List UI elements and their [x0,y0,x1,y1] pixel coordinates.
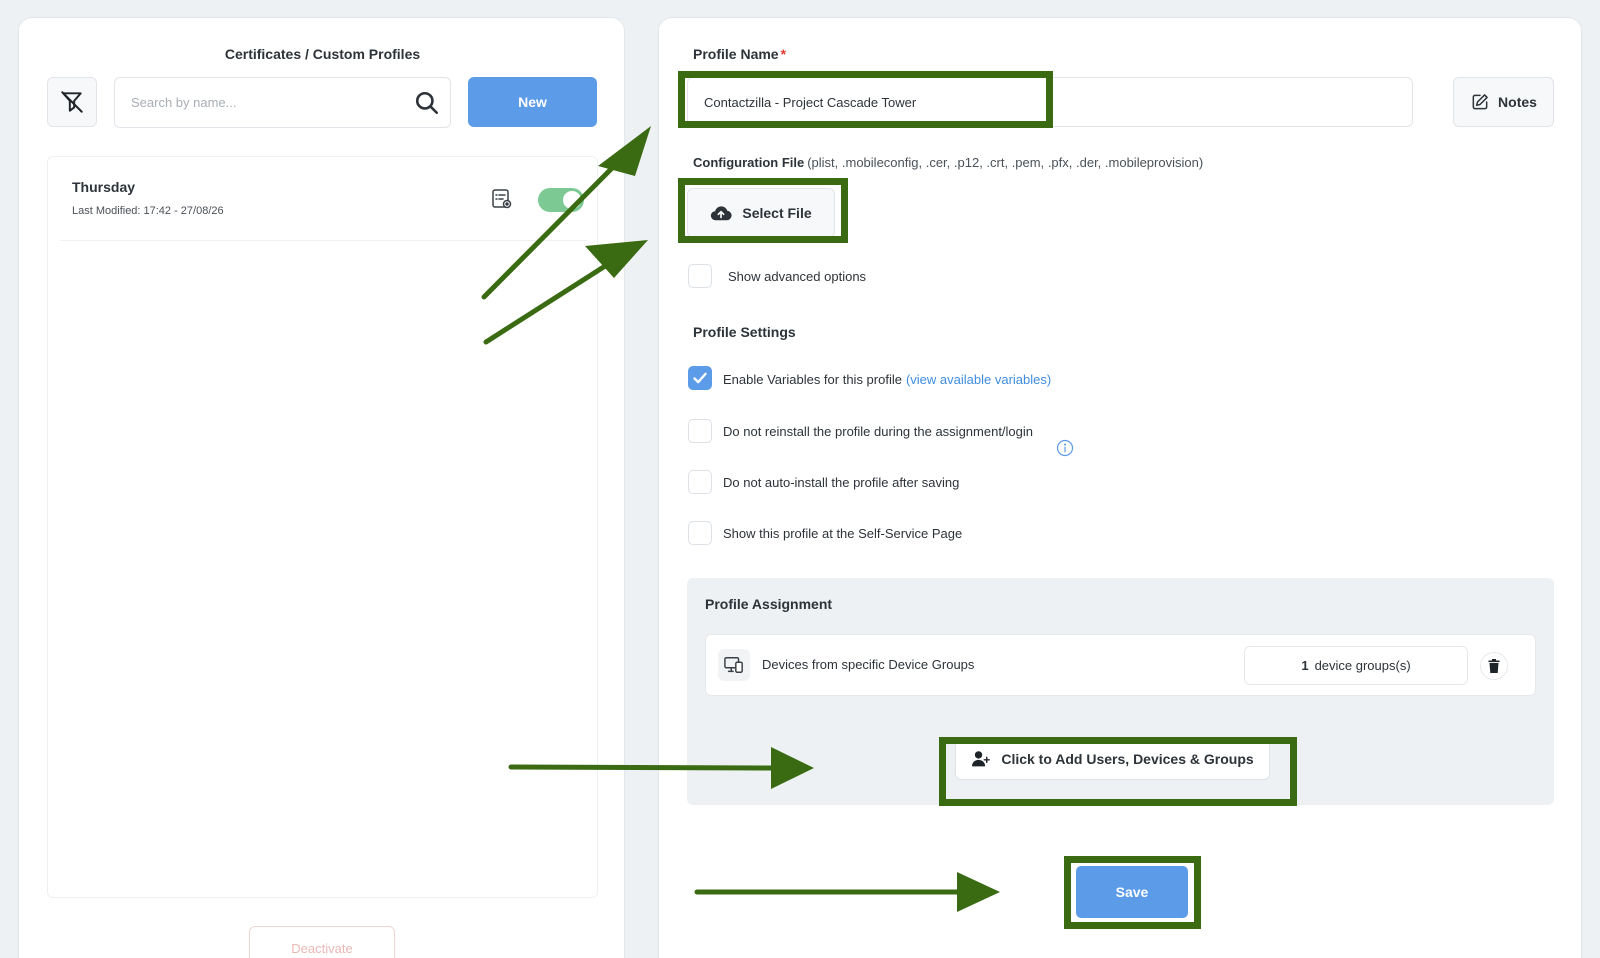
group-count-number: 1 [1301,658,1309,673]
required-mark: * [780,46,787,62]
new-profile-button[interactable]: New [468,77,597,127]
advanced-options-label: Show advanced options [728,269,867,284]
cloud-upload-icon [711,206,732,221]
panel-title: Certificates / Custom Profiles [224,46,421,62]
modified-label: Last Modified: [72,205,141,217]
profile-name-input[interactable] [687,77,1413,127]
profile-name-label-text: Profile Name [693,46,779,62]
view-variables-link[interactable]: (view available variables) [906,372,1051,387]
config-file-hint: (plist, .mobileconfig, .cer, .p12, .crt,… [807,155,1204,170]
notes-button[interactable]: Notes [1453,77,1554,127]
add-assignment-label: Click to Add Users, Devices & Groups [1001,751,1254,767]
self-service-label: Show this profile at the Self-Service Pa… [723,526,963,541]
enable-variables-label: Enable Variables for this profile (view a… [723,372,1051,387]
device-group-count[interactable]: 1 device groups(s) [1244,646,1468,685]
profile-enabled-toggle[interactable] [538,188,584,212]
add-assignment-button[interactable]: Click to Add Users, Devices & Groups [955,738,1270,780]
profile-editor-panel: Profile Name* Notes Configuration File(p… [658,17,1582,958]
config-file-title: Configuration File [693,155,805,170]
save-button[interactable]: Save [1076,866,1188,918]
delete-assignment-button[interactable] [1480,652,1508,680]
search-input[interactable] [131,78,401,127]
profile-name-label: Profile Name * [693,46,786,62]
select-file-label: Select File [742,205,812,221]
enable-variables-checkbox[interactable] [688,366,712,390]
select-file-button[interactable]: Select File [687,188,835,238]
info-icon[interactable] [1056,439,1074,457]
profile-assignment-section: Profile Assignment Devices from specific… [687,578,1554,805]
profile-assignment-title: Profile Assignment [705,596,833,612]
profiles-list-panel: Certificates / Custom Profiles New Thurs… [18,17,625,958]
search-icon[interactable] [414,90,440,116]
no-reinstall-label: Do not reinstall the profile during the … [723,424,1034,439]
profile-settings-label: Profile Settings [693,324,796,340]
profile-details-icon[interactable] [490,187,514,211]
add-user-icon [972,751,991,767]
checkmark-icon [693,372,707,384]
filter-off-icon [61,91,83,113]
edit-icon [1472,94,1488,110]
config-file-label: Configuration File (plist, .mobileconfig,… [693,155,1203,170]
deactivate-button[interactable]: Deactivate [249,926,395,958]
list-item[interactable]: Thursday Last Modified: 17:42 - 27/08/26 [60,169,587,241]
filter-off-button[interactable] [47,77,97,127]
assignment-type-label: Devices from specific Device Groups [762,657,975,672]
no-reinstall-checkbox[interactable] [688,419,712,443]
advanced-options-checkbox[interactable] [688,264,712,288]
no-auto-install-label: Do not auto-install the profile after sa… [723,475,960,490]
no-auto-install-checkbox[interactable] [688,470,712,494]
trash-icon [1488,659,1500,673]
assignment-row[interactable]: Devices from specific Device Groups 1 dev… [705,634,1536,696]
enable-variables-text: Enable Variables for this profile [723,372,902,387]
profile-list: Thursday Last Modified: 17:42 - 27/08/26 [47,156,598,898]
devices-icon [724,657,743,673]
search-box [114,77,451,128]
self-service-checkbox[interactable] [688,521,712,545]
profile-item-name: Thursday [72,179,136,195]
profile-item-modified: Last Modified: 17:42 - 27/08/26 [72,205,224,217]
group-count-suffix: device groups(s) [1314,658,1411,673]
modified-value: 17:42 - 27/08/26 [143,205,224,217]
notes-label: Notes [1498,94,1537,110]
devices-icon-box [718,649,750,681]
